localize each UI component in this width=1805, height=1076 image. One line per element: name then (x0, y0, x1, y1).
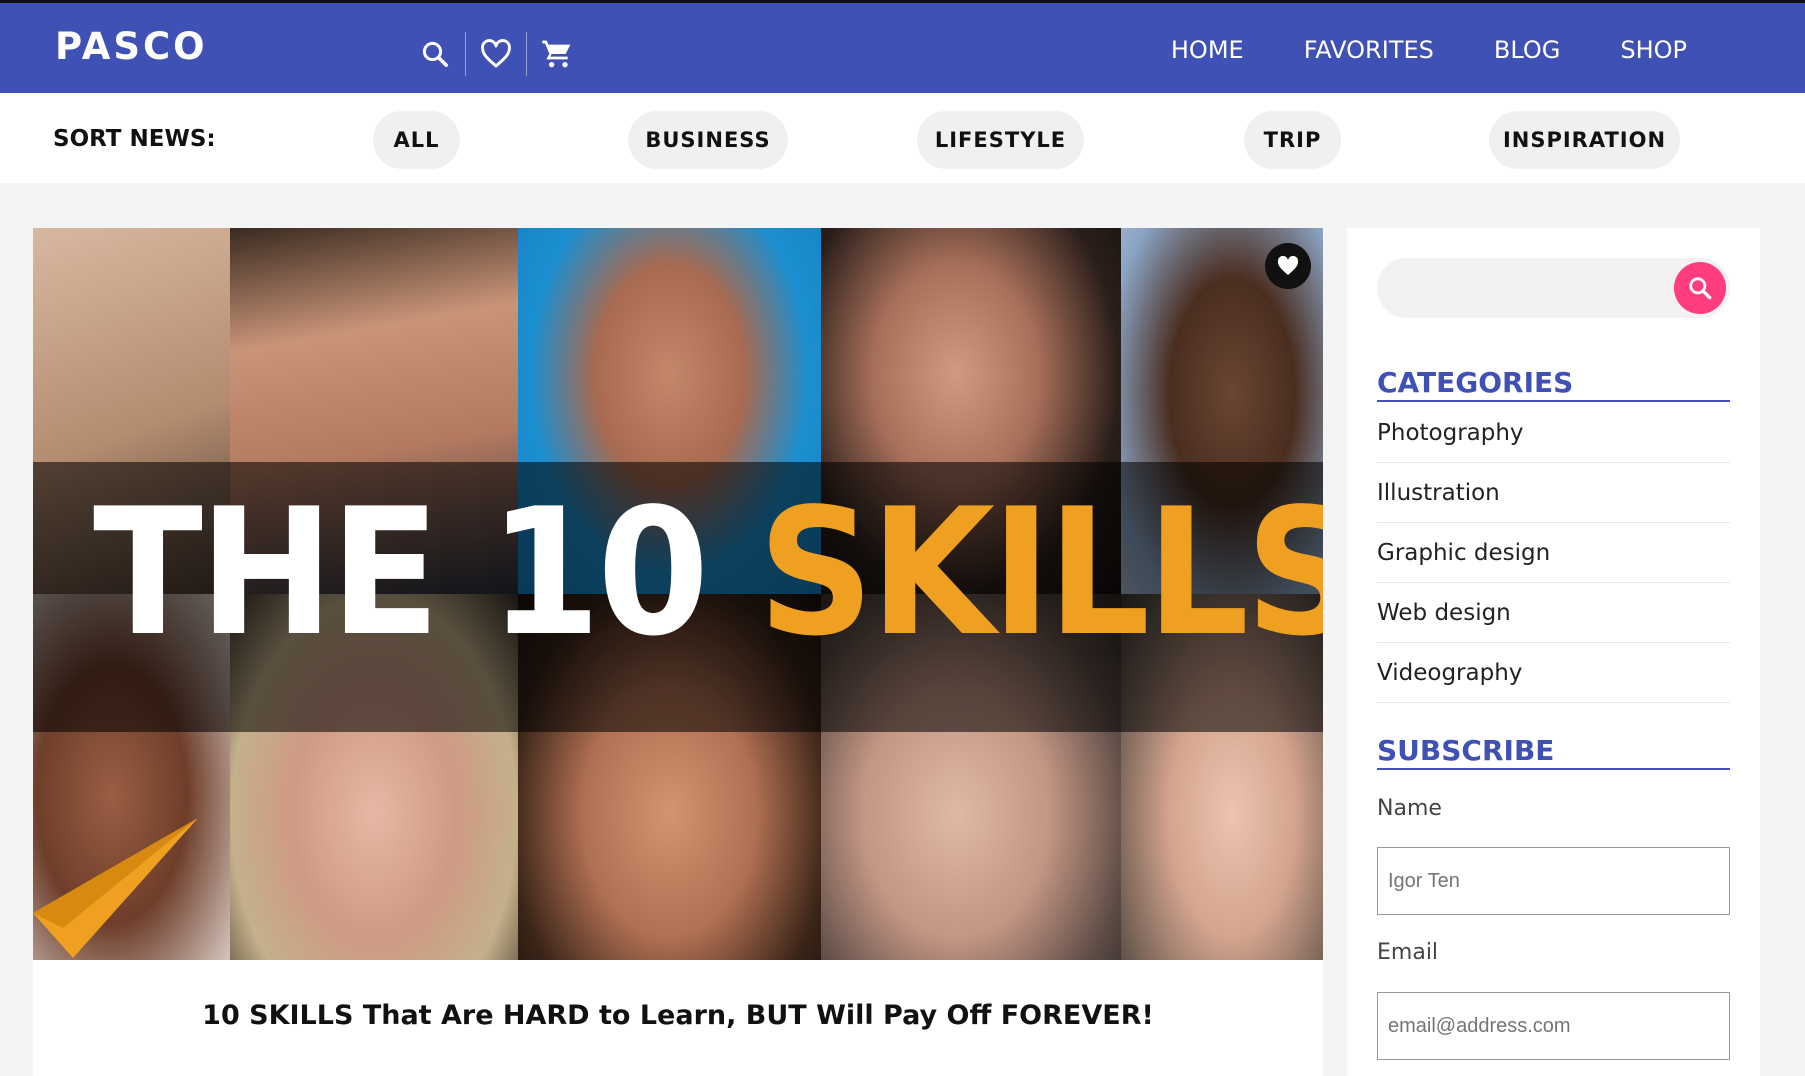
cart-icon[interactable] (527, 31, 587, 77)
nav-home[interactable]: HOME (1171, 36, 1244, 64)
subscribe-title: SUBSCRIBE (1377, 734, 1730, 770)
name-field[interactable] (1377, 847, 1730, 915)
featured-post-image[interactable]: THE 10 SKILLS (33, 228, 1323, 960)
post-card-footer: 10 SKILLS That Are HARD to Learn, BUT Wi… (33, 960, 1323, 1076)
category-videography[interactable]: Videography (1377, 643, 1730, 703)
search-input[interactable] (1377, 258, 1667, 318)
site-logo[interactable]: PASCO (55, 25, 208, 68)
headline-orange-text: SKILLS (757, 472, 1323, 675)
sort-news-bar: SORT NEWS: ALL BUSINESS LIFESTYLE TRIP I… (0, 93, 1805, 183)
sort-trip-button[interactable]: TRIP (1244, 111, 1341, 169)
paper-plane-icon (33, 818, 198, 958)
search-icon (1689, 277, 1712, 300)
categories-list: Photography Illustration Graphic design … (1377, 403, 1730, 703)
category-illustration[interactable]: Illustration (1377, 463, 1730, 523)
sort-news-label: SORT NEWS: (53, 126, 216, 152)
sort-all-button[interactable]: ALL (373, 111, 460, 169)
sidebar: CATEGORIES Photography Illustration Grap… (1347, 228, 1760, 1076)
header-icons (405, 31, 587, 77)
sidebar-search (1377, 258, 1730, 318)
heart-icon (1277, 255, 1299, 275)
search-icon[interactable] (405, 31, 465, 77)
sort-business-button[interactable]: BUSINESS (628, 111, 788, 169)
sort-lifestyle-button[interactable]: LIFESTYLE (917, 111, 1084, 169)
heart-icon[interactable] (466, 31, 526, 77)
main-nav: HOME FAVORITES BLOG SHOP (1171, 36, 1687, 64)
category-web-design[interactable]: Web design (1377, 583, 1730, 643)
nav-favorites[interactable]: FAVORITES (1304, 36, 1434, 64)
headline-white-text: THE 10 (93, 472, 758, 675)
categories-title: CATEGORIES (1377, 366, 1730, 402)
top-navbar: PASCO HOME FAVORITES BLOG SHOP (0, 0, 1805, 93)
post-title[interactable]: 10 SKILLS That Are HARD to Learn, BUT Wi… (33, 1000, 1323, 1031)
email-label: Email (1377, 940, 1439, 965)
email-field[interactable] (1377, 992, 1730, 1060)
name-label: Name (1377, 796, 1442, 821)
hero-headline: THE 10 SKILLS (93, 486, 1323, 661)
favorite-button[interactable] (1265, 243, 1311, 289)
search-button[interactable] (1674, 262, 1726, 314)
sort-inspiration-button[interactable]: INSPIRATION (1489, 111, 1680, 169)
category-graphic-design[interactable]: Graphic design (1377, 523, 1730, 583)
nav-shop[interactable]: SHOP (1620, 36, 1687, 64)
category-photography[interactable]: Photography (1377, 403, 1730, 463)
nav-blog[interactable]: BLOG (1494, 36, 1560, 64)
